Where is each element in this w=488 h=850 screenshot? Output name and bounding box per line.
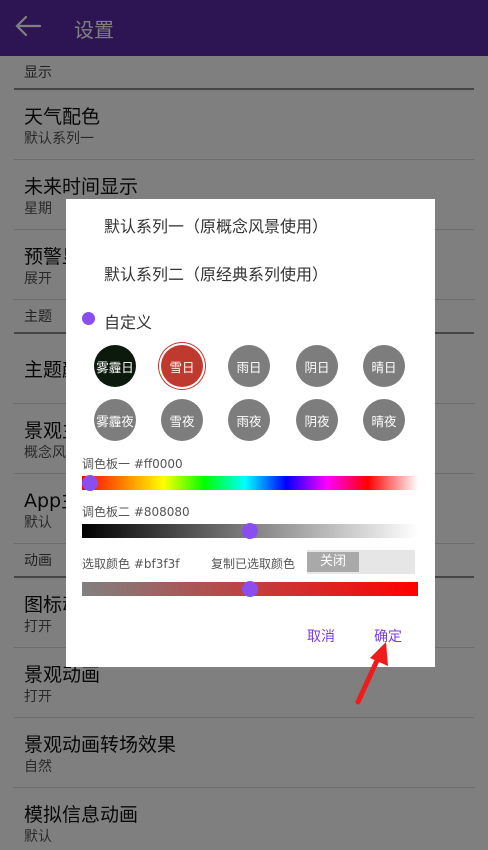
swatch-rain-night[interactable]: 雨夜	[228, 399, 270, 441]
option-custom[interactable]: 自定义	[104, 309, 152, 333]
copy-picked-color-label: 复制已选取颜色	[211, 557, 296, 571]
toggle-knob: 关闭	[307, 552, 359, 572]
radio-selected-icon[interactable]	[82, 312, 95, 325]
swatch-cloudy-day[interactable]: 阴日	[296, 345, 338, 387]
option-default-series-1[interactable]: 默认系列一（原概念风景使用）	[104, 213, 328, 237]
palette-2-label: 调色板二 #808080	[82, 505, 190, 519]
option-default-series-2[interactable]: 默认系列二（原经典系列使用）	[104, 261, 328, 285]
swatch-snow-day[interactable]: 雪日	[161, 345, 203, 387]
palette-2-slider[interactable]	[82, 523, 418, 539]
picked-color-label: 选取颜色 #bf3f3f	[82, 557, 180, 571]
swatch-haze-day[interactable]: 雾霾日	[94, 345, 136, 387]
palette-1-slider[interactable]	[82, 475, 418, 491]
swatch-rain-day[interactable]: 雨日	[228, 345, 270, 387]
swatch-snow-night[interactable]: 雪夜	[161, 399, 203, 441]
palette-1-thumb[interactable]	[82, 475, 98, 491]
picked-color-slider[interactable]	[82, 581, 418, 597]
swatch-sunny-day[interactable]: 晴日	[363, 345, 405, 387]
swatch-haze-night[interactable]: 雾霾夜	[94, 399, 136, 441]
cancel-button[interactable]: 取消	[307, 626, 335, 646]
palette-2-thumb[interactable]	[242, 523, 258, 539]
picked-color-thumb[interactable]	[242, 581, 258, 597]
copy-color-toggle[interactable]: 关闭	[307, 550, 415, 574]
swatch-cloudy-night[interactable]: 阴夜	[296, 399, 338, 441]
annotation-arrow-icon	[355, 642, 388, 705]
palette-1-label: 调色板一 #ff0000	[82, 457, 183, 471]
color-scheme-dialog: 默认系列一（原概念风景使用） 默认系列二（原经典系列使用） 自定义 雾霾日 雪日…	[66, 199, 435, 667]
swatch-sunny-night[interactable]: 晴夜	[363, 399, 405, 441]
